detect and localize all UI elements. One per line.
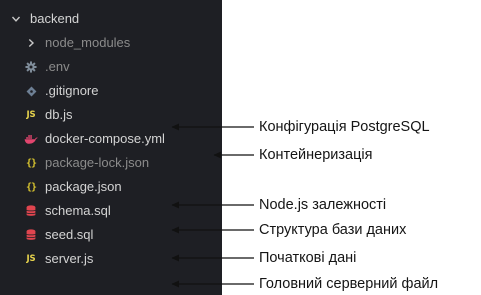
gear-icon (24, 60, 38, 74)
json-braces-icon: {} (25, 157, 37, 169)
docker-whale-icon (24, 132, 38, 146)
file-gitignore[interactable]: .gitignore (0, 79, 222, 103)
annotation-package-json: Node.js залежності (259, 197, 387, 213)
file-seed-sql[interactable]: seed.sql (0, 223, 222, 247)
git-diamond-icon (24, 84, 38, 98)
file-label: schema.sql (45, 203, 111, 218)
database-icon (24, 228, 38, 242)
annotation-db-js: Конфігурація PostgreSQL (259, 119, 430, 135)
annotation-docker-compose: Контейнеризація (259, 147, 373, 163)
annotation-server-js: Головний серверний файл (259, 276, 439, 292)
folder-node-modules[interactable]: node_modules (0, 31, 222, 55)
file-label: node_modules (45, 35, 131, 50)
folder-backend[interactable]: backend (0, 7, 222, 31)
file-db-js[interactable]: JS db.js (0, 103, 222, 127)
json-braces-icon: {} (25, 181, 37, 193)
file-explorer: backend node_modules .env .gitignore JS … (0, 0, 222, 295)
file-label: seed.sql (45, 227, 94, 242)
file-label: .env (45, 59, 70, 74)
file-label: package.json (45, 179, 122, 194)
annotation-seed-sql: Початкові дані (259, 250, 357, 266)
file-label: .gitignore (45, 83, 99, 98)
file-docker-compose[interactable]: docker-compose.yml (0, 127, 222, 151)
file-package-lock-json[interactable]: {} package-lock.json (0, 151, 222, 175)
js-icon: JS (26, 254, 36, 264)
file-label: docker-compose.yml (45, 131, 165, 146)
file-label: db.js (45, 107, 73, 122)
folder-label: backend (30, 11, 80, 26)
file-env[interactable]: .env (0, 55, 222, 79)
chevron-right-icon[interactable] (24, 36, 38, 50)
file-package-json[interactable]: {} package.json (0, 175, 222, 199)
file-label: package-lock.json (45, 155, 150, 170)
file-server-js[interactable]: JS server.js (0, 247, 222, 271)
chevron-down-icon[interactable] (9, 12, 23, 26)
annotation-schema-sql: Структура бази даних (259, 222, 407, 238)
file-schema-sql[interactable]: schema.sql (0, 199, 222, 223)
file-label: server.js (45, 251, 94, 266)
database-icon (24, 204, 38, 218)
js-icon: JS (26, 110, 36, 120)
